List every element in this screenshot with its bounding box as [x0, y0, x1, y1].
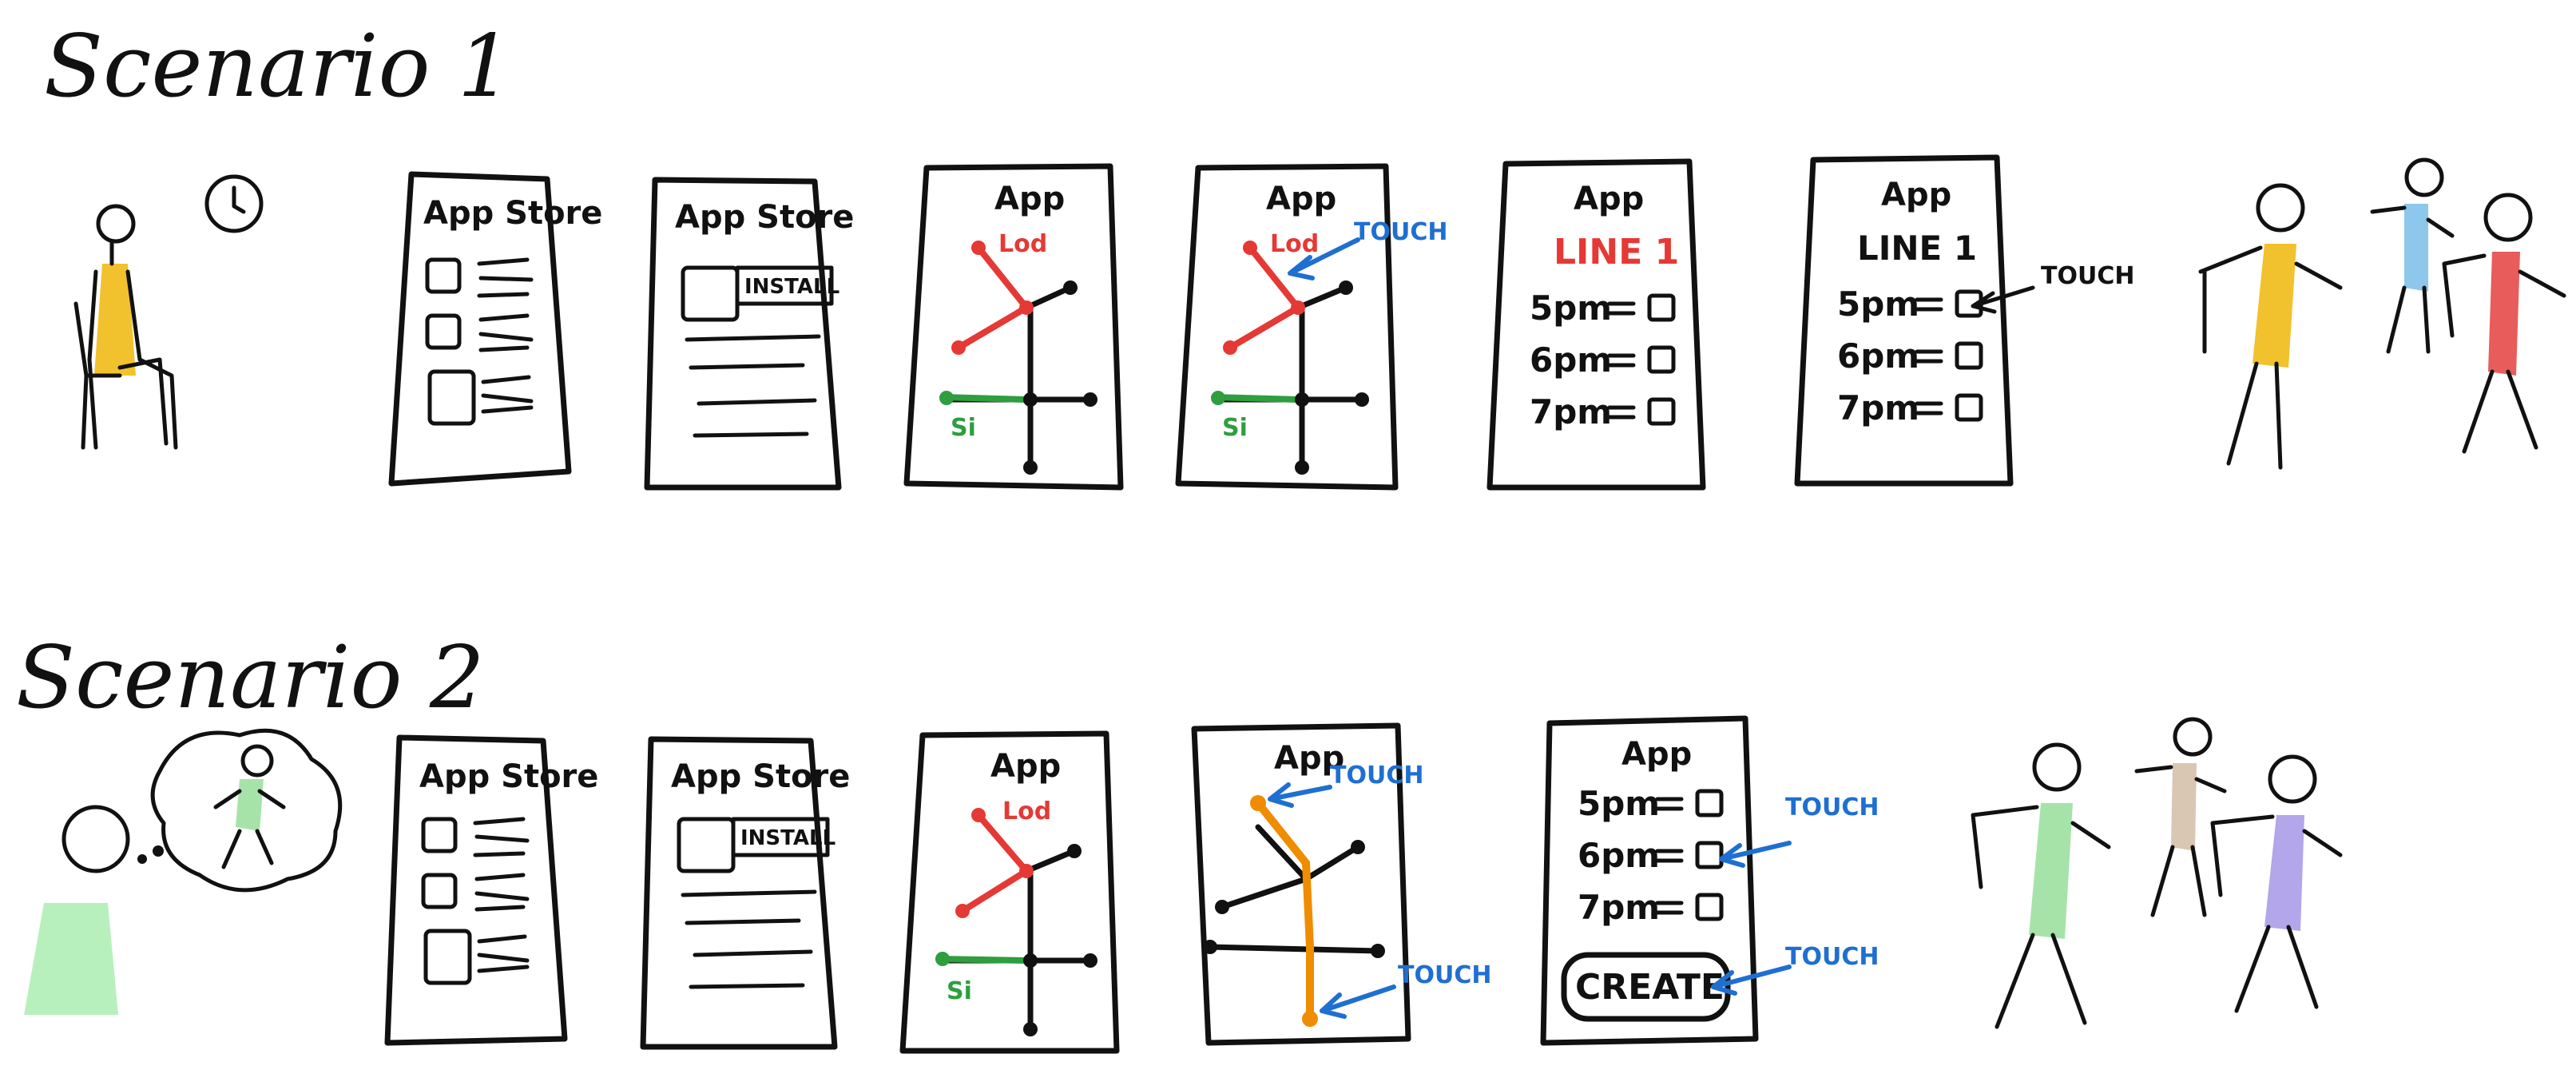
create-button-label: CREATE	[1575, 967, 1725, 1008]
scenario-2-title: Scenario 2	[16, 628, 485, 728]
touch-arrow-icon: TOUCH	[1719, 794, 1879, 868]
screen-header: App	[1881, 177, 1951, 213]
schedule-row-label: 5pm	[1530, 288, 1612, 328]
screen-header: App Store	[675, 199, 854, 236]
green-station-label: Si	[947, 977, 972, 1005]
touch-arrow-icon: TOUCH	[1971, 262, 2134, 314]
screen-app-store-list: App Store	[384, 734, 598, 1046]
touch-label: TOUCH	[1330, 762, 1423, 790]
schedule-checkbox[interactable]	[1955, 393, 1983, 422]
touch-arrow-icon: TOUCH	[1711, 943, 1879, 996]
screen-metro-map-touch: App Lod Si TOUCH	[1175, 163, 1447, 491]
touch-label: TOUCH	[1785, 794, 1879, 821]
green-station-label: Si	[1222, 414, 1248, 442]
screen-app-store-list: App Store	[388, 171, 602, 487]
schedule-row-label: 6pm	[1530, 340, 1612, 380]
screen-app-store-install: App Store INSTALL	[640, 736, 850, 1050]
schedule-row-label: 7pm	[1530, 392, 1612, 432]
touch-label: TOUCH	[1398, 961, 1491, 989]
schedule-row-label: 6pm	[1837, 336, 1919, 376]
schedule-checkbox[interactable]	[1695, 789, 1724, 817]
celebrating-people	[2198, 157, 2566, 470]
screen-line-schedule: App LINE 1 5pm 6pm 7pm	[1486, 158, 1706, 491]
storyboard-canvas: Scenario 1 Scenario 2 App Store App Stor…	[16, 17, 2566, 1054]
screen-app-store-install: App Store INSTALL	[644, 177, 854, 491]
screen-header: App Store	[671, 758, 850, 795]
screen-header: App Store	[419, 758, 598, 795]
red-station-label: Lod	[1002, 798, 1051, 825]
waiting-person	[73, 204, 178, 450]
screen-header: App	[1574, 181, 1644, 217]
schedule-checkbox[interactable]	[1647, 397, 1676, 426]
celebrating-people	[1971, 717, 2343, 1029]
install-button[interactable]: INSTALL	[744, 275, 839, 299]
thinking-person	[24, 805, 164, 1015]
schedule-checkbox[interactable]	[1695, 893, 1724, 921]
schedule-row-label: 5pm	[1578, 784, 1660, 823]
screen-header: App	[1266, 181, 1336, 217]
schedule-checkbox[interactable]	[1647, 345, 1676, 374]
touch-label: TOUCH	[1785, 943, 1879, 971]
scenario-1-title: Scenario 1	[44, 17, 513, 117]
schedule-row-label: 5pm	[1837, 284, 1919, 324]
schedule-checkbox[interactable]	[1955, 341, 1983, 370]
screen-header: App	[990, 748, 1061, 785]
screen-create-route: App 5pm 6pm 7pm CREATE TOUCH TOUCH	[1540, 715, 1879, 1046]
green-line	[939, 394, 1030, 403]
touch-label: TOUCH	[1354, 218, 1447, 246]
green-station-label: Si	[951, 414, 976, 442]
schedule-checkbox[interactable]	[1647, 293, 1676, 322]
clock-icon	[204, 174, 264, 233]
schedule-row-label: 7pm	[1837, 388, 1919, 428]
screen-metro-map: App Lod Si	[899, 730, 1120, 1054]
screen-metro-map: App Lod Si	[903, 163, 1124, 491]
screen-header: App	[1621, 736, 1692, 773]
schedule-row-label: 7pm	[1578, 888, 1660, 927]
screen-header: App	[994, 181, 1065, 217]
thought-bubble-icon	[150, 728, 343, 893]
screen-line-schedule-touch: App LINE 1 5pm 6pm 7pm TOUCH	[1794, 154, 2134, 487]
screen-route-touch: App TOUCH TOUCH	[1191, 722, 1491, 1046]
install-button[interactable]: INSTALL	[740, 826, 836, 850]
red-station-label: Lod	[1270, 230, 1319, 258]
schedule-row-label: 6pm	[1578, 836, 1660, 875]
schedule-checkbox[interactable]	[1695, 841, 1724, 869]
red-line	[955, 245, 1032, 351]
screen-header: App Store	[423, 195, 602, 232]
line-title: LINE 1	[1554, 232, 1679, 272]
red-station-label: Lod	[998, 230, 1047, 258]
line-title: LINE 1	[1857, 229, 1977, 268]
touch-label: TOUCH	[2041, 262, 2134, 290]
